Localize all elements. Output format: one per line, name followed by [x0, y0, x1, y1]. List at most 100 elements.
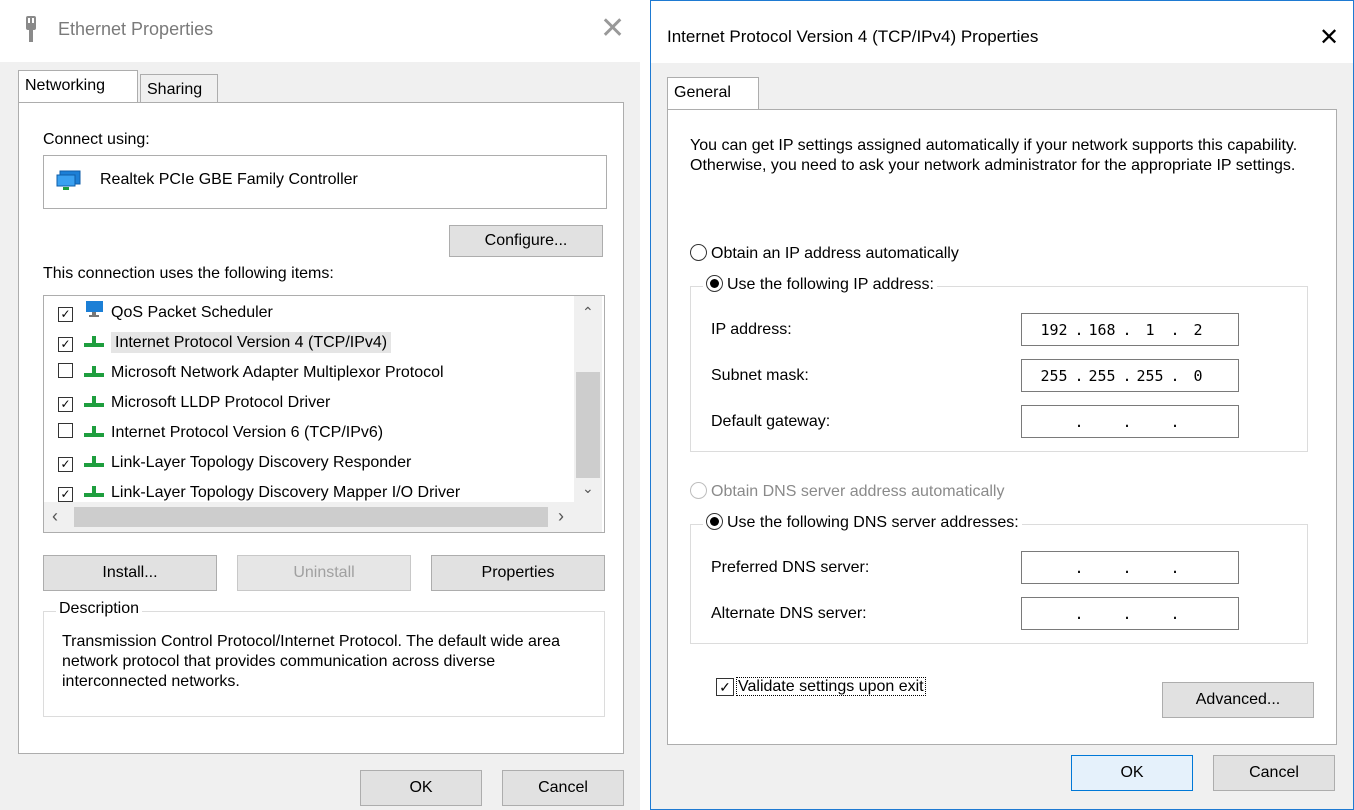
- list-item[interactable]: ✓ Microsoft LLDP Protocol Driver: [58, 388, 330, 418]
- configure-button[interactable]: Configure...: [449, 225, 603, 257]
- list-item-label: QoS Packet Scheduler: [111, 304, 273, 321]
- subnet-mask-field[interactable]: 255 255 255 0...: [1021, 359, 1239, 392]
- vertical-scrollbar[interactable]: ⌃ ⌄: [574, 296, 602, 502]
- scroll-left-icon[interactable]: ‹: [52, 506, 58, 527]
- checkbox-unchecked-icon[interactable]: [58, 363, 73, 378]
- tab-label: General: [674, 84, 731, 101]
- window-title: Ethernet Properties: [58, 19, 214, 39]
- use-following-ip-radio[interactable]: Use the following IP address:: [703, 275, 937, 294]
- checkbox-checked-icon[interactable]: ✓: [58, 457, 73, 472]
- alternate-dns-field[interactable]: ...: [1021, 597, 1239, 630]
- obtain-dns-auto-radio[interactable]: Obtain DNS server address automatically: [690, 482, 1004, 501]
- ip-octet[interactable]: 0: [1180, 367, 1216, 385]
- preferred-dns-field[interactable]: ...: [1021, 551, 1239, 584]
- cancel-button[interactable]: Cancel: [1213, 755, 1335, 791]
- tab-label: Networking: [25, 77, 106, 94]
- list-item-label: Link-Layer Topology Discovery Responder: [111, 454, 412, 471]
- preferred-dns-label: Preferred DNS server:: [711, 559, 870, 576]
- ip-separator: .: [1074, 559, 1084, 577]
- scroll-down-icon[interactable]: ⌄: [582, 480, 594, 497]
- alternate-dns-label: Alternate DNS server:: [711, 605, 867, 622]
- ip-octet[interactable]: 2: [1180, 321, 1216, 339]
- adapter-box: Realtek PCIe GBE Family Controller: [43, 155, 607, 209]
- scrollbar-thumb[interactable]: [576, 372, 600, 478]
- close-icon[interactable]: ✕: [1319, 23, 1339, 53]
- checkbox-checked-icon[interactable]: ✓: [58, 337, 73, 352]
- ip-separator: .: [1170, 367, 1180, 385]
- description-text: Transmission Control Protocol/Internet P…: [62, 633, 561, 690]
- use-following-ip-label: Use the following IP address:: [727, 276, 934, 293]
- cancel-button[interactable]: Cancel: [502, 770, 624, 806]
- ethernet-properties-window: Ethernet Properties ✕ Networking Sharing…: [0, 0, 640, 810]
- ip-separator: .: [1170, 413, 1180, 431]
- ip-separator: .: [1074, 321, 1084, 339]
- ip-octet[interactable]: 255: [1084, 367, 1120, 385]
- list-item[interactable]: Microsoft Network Adapter Multiplexor Pr…: [58, 358, 444, 388]
- description-legend: Description: [56, 600, 143, 618]
- ip-separator: .: [1074, 413, 1084, 431]
- radio-icon: [690, 482, 707, 499]
- scroll-right-icon[interactable]: ›: [558, 506, 564, 527]
- checkbox-checked-icon[interactable]: ✓: [58, 397, 73, 412]
- radio-selected-icon: [706, 275, 723, 292]
- default-gateway-label: Default gateway:: [711, 413, 831, 430]
- radio-icon: [690, 244, 707, 261]
- window-title: Internet Protocol Version 4 (TCP/IPv4) P…: [667, 27, 1039, 46]
- network-protocol-icon: [83, 329, 105, 347]
- items-list[interactable]: ✓ QoS Packet Scheduler ✓ Internet Protocol …: [43, 295, 605, 533]
- horizontal-scrollbar[interactable]: ‹ ›: [44, 502, 574, 532]
- use-following-dns-radio[interactable]: Use the following DNS server addresses:: [703, 513, 1022, 532]
- checkbox-checked-icon[interactable]: ✓: [58, 307, 73, 322]
- ip-separator: .: [1170, 321, 1180, 339]
- uninstall-button[interactable]: Uninstall: [237, 555, 411, 591]
- horizontal-scrollbar-thumb[interactable]: [74, 507, 548, 527]
- adapter-name: Realtek PCIe GBE Family Controller: [100, 171, 358, 188]
- ip-separator: .: [1170, 559, 1180, 577]
- scrollbar-corner: [574, 502, 602, 532]
- radio-selected-icon: [706, 513, 723, 530]
- tab-general[interactable]: General: [667, 77, 759, 110]
- list-item[interactable]: ✓ Internet Protocol Version 4 (TCP/IPv4): [58, 328, 392, 358]
- dialog-body: General You can get IP settings assigned…: [651, 63, 1353, 809]
- ip-separator: .: [1122, 559, 1132, 577]
- ip-address-field[interactable]: 192 168 1 2...: [1021, 313, 1239, 346]
- ip-separator: .: [1074, 605, 1084, 623]
- ip-octet[interactable]: 168: [1084, 321, 1120, 339]
- properties-button[interactable]: Properties: [431, 555, 605, 591]
- tab-sharing[interactable]: Sharing: [140, 74, 218, 103]
- advanced-button[interactable]: Advanced...: [1162, 682, 1314, 718]
- obtain-ip-auto-radio[interactable]: Obtain an IP address automatically: [690, 244, 959, 263]
- checkbox-checked-icon[interactable]: ✓: [58, 487, 73, 502]
- validate-settings-checkbox[interactable]: ✓ Validate settings upon exit: [716, 677, 926, 696]
- list-item[interactable]: ✓ Link-Layer Topology Discovery Responder: [58, 448, 411, 478]
- intro-text: You can get IP settings assigned automat…: [690, 137, 1298, 174]
- validate-settings-label: Validate settings upon exit: [736, 677, 926, 696]
- ip-octet[interactable]: 255: [1036, 367, 1072, 385]
- install-button[interactable]: Install...: [43, 555, 217, 591]
- scroll-up-icon[interactable]: ⌃: [582, 304, 594, 321]
- connect-using-label: Connect using:: [43, 131, 150, 148]
- network-protocol-icon: [83, 479, 105, 497]
- ip-octet[interactable]: 1: [1132, 321, 1168, 339]
- ok-button[interactable]: OK: [360, 770, 482, 806]
- monitor-icon: [83, 301, 105, 318]
- list-item[interactable]: ✓ QoS Packet Scheduler: [58, 298, 273, 328]
- default-gateway-field[interactable]: ...: [1021, 405, 1239, 438]
- ip-octet[interactable]: 192: [1036, 321, 1072, 339]
- ip-octet[interactable]: 255: [1132, 367, 1168, 385]
- network-adapter-icon: [56, 170, 81, 190]
- title-bar: Ethernet Properties ✕: [0, 0, 640, 62]
- ip-separator: .: [1122, 321, 1132, 339]
- list-item-label: Link-Layer Topology Discovery Mapper I/O…: [111, 484, 461, 501]
- ethernet-cable-icon: [26, 16, 36, 42]
- tab-networking[interactable]: Networking: [18, 70, 138, 103]
- close-icon[interactable]: ✕: [600, 14, 625, 44]
- general-panel: You can get IP settings assigned automat…: [667, 109, 1337, 745]
- use-following-dns-label: Use the following DNS server addresses:: [727, 514, 1019, 531]
- ip-address-label: IP address:: [711, 321, 792, 338]
- checkbox-unchecked-icon[interactable]: [58, 423, 73, 438]
- ip-separator: .: [1122, 413, 1132, 431]
- ok-button[interactable]: OK: [1071, 755, 1193, 791]
- ip-separator: .: [1122, 605, 1132, 623]
- list-item[interactable]: Internet Protocol Version 6 (TCP/IPv6): [58, 418, 383, 448]
